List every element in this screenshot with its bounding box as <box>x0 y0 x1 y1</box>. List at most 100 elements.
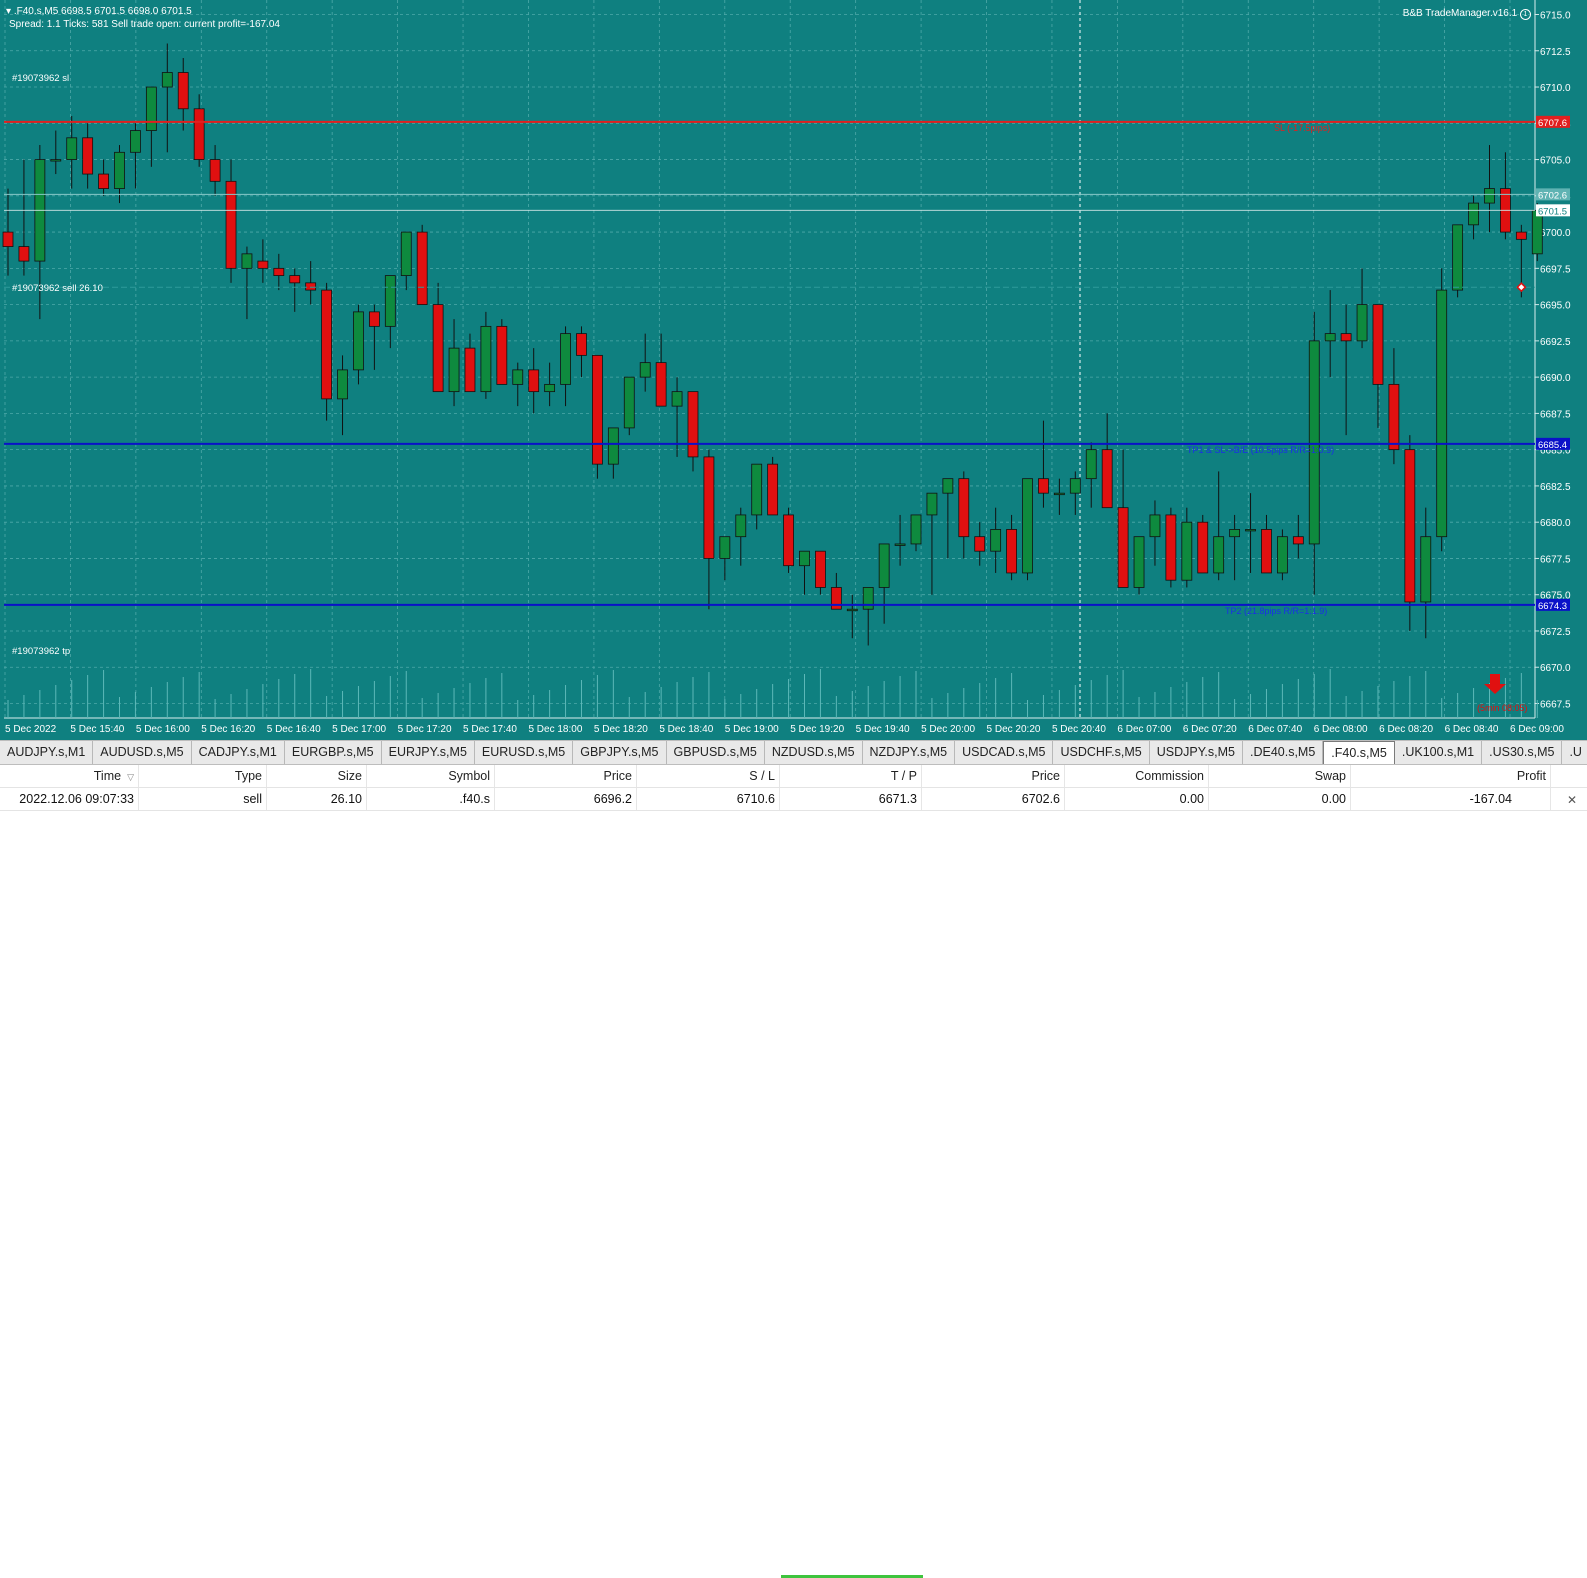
x-tick-label: 5 Dec 16:20 <box>201 724 255 735</box>
candle-body <box>528 369 540 393</box>
price-chart[interactable]: 6715.06712.56710.06707.56705.06702.56700… <box>0 0 1587 740</box>
column-header-text: Commission <box>1135 769 1204 783</box>
tp1-price-tag: 6685.4 <box>1538 440 1567 451</box>
column-header-price[interactable]: Price <box>495 765 637 787</box>
close-position-icon[interactable]: ✕ <box>1567 793 1577 807</box>
candle-body <box>592 354 603 465</box>
candle-body <box>289 275 301 284</box>
x-tick-label: 5 Dec 2022 <box>5 724 57 735</box>
sl-price-tag: 6707.6 <box>1538 118 1567 129</box>
candle-body <box>1085 449 1097 480</box>
candle-body <box>496 325 508 385</box>
y-tick-label: 6695.0 <box>1540 301 1571 312</box>
x-tick-label: 5 Dec 18:40 <box>659 724 713 735</box>
tab-usdchf-s-m5[interactable]: USDCHF.s,M5 <box>1053 741 1150 764</box>
candle-body <box>1149 514 1161 538</box>
candle-body <box>623 376 635 429</box>
y-tick-label: 6667.5 <box>1540 699 1571 710</box>
x-tick-label: 5 Dec 19:00 <box>725 724 779 735</box>
info-circle-icon[interactable]: 1 <box>1520 9 1531 20</box>
column-header-text: Profit <box>1516 769 1546 783</box>
candle-body <box>512 369 524 385</box>
y-tick-label: 6682.5 <box>1540 482 1571 493</box>
tab-eurusd-s-m5[interactable]: EURUSD.s,M5 <box>475 741 574 764</box>
candle-body <box>448 347 460 393</box>
trade-cell-price: 6702.6 <box>922 788 1065 810</box>
column-header-price[interactable]: Price <box>922 765 1065 787</box>
candle-body <box>432 304 444 393</box>
candle-body <box>862 587 874 610</box>
trade-cell-t-p: 6671.3 <box>780 788 922 810</box>
column-header-t-p[interactable]: T / P <box>780 765 922 787</box>
tab-audjpy-s-m1[interactable]: AUDJPY.s,M1 <box>0 741 94 764</box>
candle-body <box>1133 536 1145 588</box>
column-header-text: Type <box>234 769 262 783</box>
tab-gbpusd-s-m5[interactable]: GBPUSD.s,M5 <box>667 741 765 764</box>
candle-body <box>273 267 285 276</box>
candle-body <box>114 151 125 189</box>
candle-body <box>1436 289 1448 538</box>
candle-body <box>130 130 141 153</box>
candle-body <box>990 529 1002 552</box>
trade-cell-commission: 0.00 <box>1065 788 1209 810</box>
tab-cadjpy-s-m1[interactable]: CADJPY.s,M1 <box>192 741 285 764</box>
tab-eurgbp-s-m5[interactable]: EURGBP.s,M5 <box>285 741 382 764</box>
x-tick-label: 5 Dec 18:20 <box>594 724 648 735</box>
tab-uk100-s-m1[interactable]: .UK100.s,M1 <box>1395 741 1483 764</box>
tab-u[interactable]: .U <box>1562 741 1587 764</box>
candle-body <box>1101 449 1113 509</box>
order-tp-label: #19073962 tp <box>12 646 70 657</box>
tab-de40-s-m5[interactable]: .DE40.s,M5 <box>1243 741 1324 764</box>
candle-body <box>1213 536 1225 574</box>
candle-body <box>1053 492 1065 496</box>
x-tick-label: 6 Dec 08:20 <box>1379 724 1433 735</box>
candle-body <box>671 391 683 407</box>
candle-body <box>1022 478 1033 574</box>
candle-body <box>321 289 333 400</box>
tab-nzdjpy-s-m5[interactable]: NZDJPY.s,M5 <box>863 741 956 764</box>
bid-price-tag: 6701.5 <box>1538 206 1567 217</box>
y-tick-label: 6677.5 <box>1540 554 1571 565</box>
column-header-commission[interactable]: Commission <box>1065 765 1209 787</box>
column-header-swap[interactable]: Swap <box>1209 765 1351 787</box>
tab-eurjpy-s-m5[interactable]: EURJPY.s,M5 <box>382 741 475 764</box>
candlestick-chart[interactable]: 6715.06712.56710.06707.56705.06702.56700… <box>0 0 1587 740</box>
column-header-time[interactable]: Time ▽ <box>0 765 139 787</box>
column-header-s-l[interactable]: S / L <box>637 765 780 787</box>
tab-nzdusd-s-m5[interactable]: NZDUSD.s,M5 <box>765 741 863 764</box>
sort-desc-icon[interactable]: ▽ <box>127 772 134 782</box>
candle-body <box>400 231 412 276</box>
candle-body <box>1181 521 1193 581</box>
x-tick-label: 6 Dec 07:40 <box>1248 724 1302 735</box>
candle-body <box>82 137 94 175</box>
tp1-label: TP1 & SL->B/E (10.5pips R/R=1:0.9) <box>1187 445 1334 455</box>
x-tick-label: 6 Dec 08:00 <box>1314 724 1368 735</box>
column-header-text: Swap <box>1314 769 1346 783</box>
candle-body <box>1388 383 1400 451</box>
y-tick-label: 6687.5 <box>1540 409 1571 420</box>
brand-text: B&B TradeManager.v16.1 <box>1402 8 1518 19</box>
table-row[interactable]: 2022.12.06 09:07:33 sell 26.10 .f40.s 6696.2… <box>0 788 1587 811</box>
candle-body <box>1484 188 1495 204</box>
tab-us30-s-m5[interactable]: .US30.s,M5 <box>1482 741 1563 764</box>
tab-gbpjpy-s-m5[interactable]: GBPJPY.s,M5 <box>573 741 667 764</box>
candle-body <box>846 608 858 612</box>
y-tick-label: 6697.5 <box>1540 264 1571 275</box>
candle-body <box>353 311 364 371</box>
column-header-symbol[interactable]: Symbol <box>367 765 495 787</box>
countdown-timer: (5min 08:05) <box>1477 703 1528 713</box>
column-header-profit[interactable]: Profit <box>1351 765 1551 787</box>
y-tick-label: 6700.0 <box>1540 228 1571 239</box>
trade-cell-profit: -167.04 <box>1351 788 1551 810</box>
tab-audusd-s-m5[interactable]: AUDUSD.s,M5 <box>93 741 192 764</box>
y-tick-label: 6680.0 <box>1540 518 1571 529</box>
tab-usdcad-s-m5[interactable]: USDCAD.s,M5 <box>955 741 1054 764</box>
tab-usdjpy-s-m5[interactable]: USDJPY.s,M5 <box>1150 741 1243 764</box>
column-header-size[interactable]: Size <box>267 765 367 787</box>
candle-body <box>815 550 826 588</box>
chart-menu-arrow-icon[interactable]: ▾ <box>6 6 11 17</box>
candle-body <box>193 108 205 160</box>
x-tick-label: 5 Dec 15:40 <box>70 724 124 735</box>
tab-f40-s-m5[interactable]: .F40.s,M5 <box>1323 741 1395 764</box>
column-header-type[interactable]: Type <box>139 765 267 787</box>
